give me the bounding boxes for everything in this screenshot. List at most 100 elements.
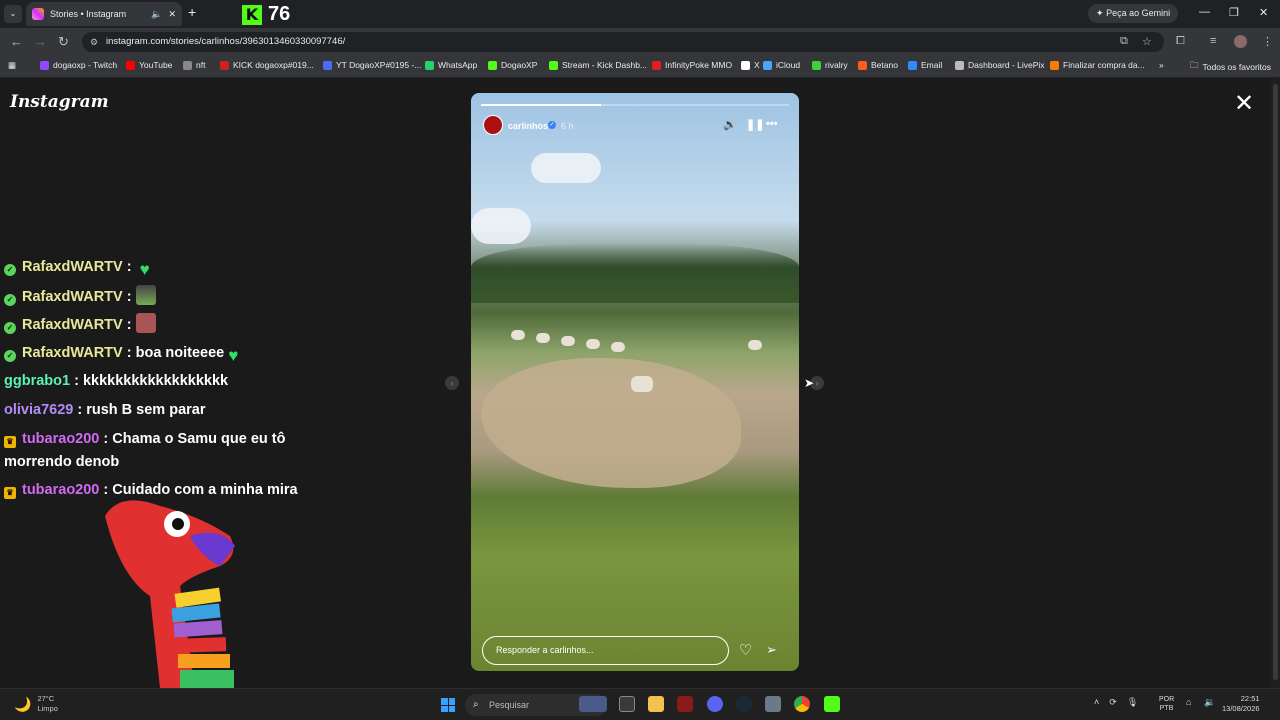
bookmark-item[interactable]: Stream - Kick Dashb...	[549, 60, 647, 70]
tab-title: Stories • Instagram	[50, 9, 127, 19]
crown-icon: ♛	[4, 487, 16, 499]
chat-message: ✓ RafaxdWARTV : boa noiteeee ♥	[4, 342, 304, 365]
scrollbar[interactable]	[1271, 78, 1280, 688]
bookmark-item[interactable]: Email	[908, 60, 942, 70]
chrome-icon[interactable]	[794, 696, 810, 712]
new-tab-button[interactable]: +	[188, 4, 196, 20]
discord-icon[interactable]	[707, 696, 723, 712]
chat-username[interactable]: tubarao200	[22, 482, 99, 498]
chat-username[interactable]: RafaxdWARTV	[22, 317, 123, 333]
tray-sync-icon[interactable]: ⟳	[1109, 697, 1117, 708]
chat-username[interactable]: RafaxdWARTV	[22, 345, 123, 361]
valorant-icon[interactable]	[677, 696, 693, 712]
verified-badge-icon: ✓	[548, 121, 556, 129]
apps-grid-icon[interactable]: ▦	[8, 60, 16, 71]
forward-icon[interactable]: →	[34, 34, 47, 49]
scrollbar-thumb[interactable]	[1273, 84, 1278, 680]
reload-icon[interactable]: ↻	[58, 34, 69, 50]
restore-icon[interactable]: ❐	[1229, 6, 1239, 19]
bookmark-label: Email	[921, 60, 943, 70]
microphone-icon[interactable]: 🎙	[1127, 697, 1138, 708]
bookmark-favicon-icon	[812, 60, 821, 70]
green-heart-icon: ♥	[139, 260, 150, 279]
face-sticker-icon	[135, 313, 156, 333]
chat-username[interactable]: RafaxdWARTV	[22, 289, 123, 305]
bookmark-item[interactable]: X	[741, 60, 760, 70]
story-image-sheep	[561, 336, 575, 346]
bookmark-item[interactable]: Betano	[858, 60, 898, 70]
tab-search-button[interactable]: ⌄	[4, 5, 22, 23]
menu-kebab-icon[interactable]: ⋮	[1262, 35, 1273, 48]
bookmark-item[interactable]: dogaoxp - Twitch	[40, 60, 117, 70]
previous-story-arrow-icon[interactable]: ‹	[445, 376, 459, 390]
chat-username[interactable]: ggbrabo1	[4, 373, 70, 389]
bookmark-item[interactable]: iCloud	[763, 60, 800, 70]
more-options-icon[interactable]: •••	[766, 118, 778, 130]
bookmark-item[interactable]: rivalry	[812, 60, 848, 70]
install-app-icon[interactable]: ⧉	[1120, 35, 1128, 48]
steam-icon[interactable]	[736, 696, 752, 712]
bookmark-favicon-icon	[425, 60, 434, 70]
pause-icon[interactable]: ❚❚	[746, 118, 764, 131]
extensions-icon[interactable]: ⧠	[1176, 35, 1185, 48]
clock[interactable]: 22:51 13/08/2026	[1222, 694, 1260, 714]
tab-instagram-stories[interactable]: Stories • Instagram 🔈 ✕	[26, 2, 182, 26]
instagram-logo[interactable]: Instagram	[10, 92, 109, 112]
bookmark-item[interactable]: Finalizar compra da...	[1050, 60, 1145, 70]
kick-app-icon[interactable]	[824, 696, 840, 712]
bookmark-star-icon[interactable]: ☆	[1142, 35, 1152, 48]
bookmark-item[interactable]: YouTube	[126, 60, 172, 70]
chat-separator: :	[73, 402, 87, 418]
story-viewer[interactable]: carlinhos ✓ 6 h 🔊 ❚❚ ••• Responder a car…	[471, 93, 799, 671]
bookmark-item[interactable]: nft	[183, 60, 205, 70]
all-bookmarks-folder[interactable]: 🗀 Todos os favoritos	[1190, 60, 1271, 74]
volume-tray-icon[interactable]: 🔉	[1204, 697, 1215, 708]
bookmark-item[interactable]: Dashboard - LivePix	[955, 60, 1045, 70]
send-share-icon[interactable]: ➢	[766, 642, 777, 658]
profile-avatar[interactable]	[1234, 35, 1247, 48]
url-field[interactable]: instagram.com/stories/carlinhos/39630134…	[82, 32, 1164, 52]
bookmark-item[interactable]: KICK dogaoxp#019...	[220, 60, 314, 70]
language-indicator[interactable]: POR PTB	[1159, 695, 1174, 713]
chat-username[interactable]: RafaxdWARTV	[22, 259, 123, 275]
tray-chevron-icon[interactable]: ˄	[1094, 697, 1099, 708]
bookmark-label: rivalry	[825, 60, 848, 70]
windows-start-icon[interactable]	[441, 698, 455, 712]
chat-username[interactable]: tubarao200	[22, 431, 99, 447]
bookmark-item[interactable]: YT DogaoXP#0195 -...	[323, 60, 421, 70]
network-icon[interactable]: ⌂	[1186, 697, 1191, 707]
bookmark-item[interactable]: InfinityPoke MMO	[652, 60, 732, 70]
story-user-avatar[interactable]	[483, 115, 503, 135]
media-control-icon[interactable]: ≡	[1210, 35, 1216, 47]
minimize-icon[interactable]: —	[1199, 6, 1210, 18]
story-image-trees	[471, 243, 799, 303]
app-icon[interactable]	[765, 696, 781, 712]
bookmark-favicon-icon	[955, 60, 964, 70]
weather-widget[interactable]: 🌙 27°C Limpo	[14, 694, 58, 714]
bookmark-favicon-icon	[763, 60, 772, 70]
bookmark-favicon-icon	[549, 60, 558, 70]
like-heart-icon[interactable]: ♡	[739, 641, 752, 659]
search-highlight-icon[interactable]	[579, 696, 607, 712]
speaker-icon[interactable]: 🔈	[151, 9, 162, 20]
close-stories-icon[interactable]: ✕	[1234, 92, 1254, 116]
story-username[interactable]: carlinhos	[508, 121, 548, 131]
chat-username[interactable]: olivia7629	[4, 402, 73, 418]
bookmarks-bar: ▦ dogaoxp - Twitch YouTube nft KICK dogaoxp…	[0, 56, 1280, 78]
volume-icon[interactable]: 🔊	[723, 118, 737, 131]
close-window-icon[interactable]: ✕	[1259, 6, 1268, 19]
close-tab-icon[interactable]: ✕	[168, 9, 176, 20]
keyboard-layout: PTB	[1159, 705, 1174, 712]
ask-gemini-button[interactable]: ✦ Peça ao Gemini	[1088, 4, 1179, 23]
bookmark-item[interactable]: WhatsApp	[425, 60, 477, 70]
sock-puppet-mascot	[105, 500, 235, 688]
bookmark-item[interactable]: DogaoXP	[488, 60, 537, 70]
verified-check-icon: ✓	[4, 264, 16, 276]
task-view-icon[interactable]	[619, 696, 635, 712]
back-icon[interactable]: ←	[10, 34, 23, 49]
site-info-icon[interactable]: ⚙	[90, 37, 98, 48]
file-explorer-icon[interactable]	[648, 696, 664, 712]
more-bookmarks-icon[interactable]: »	[1159, 60, 1164, 70]
reply-input[interactable]: Responder a carlinhos...	[482, 636, 729, 665]
windows-taskbar: 🌙 27°C Limpo Pesquisar ⌕ ˄ ⟳ 🎙 POR PTB ⌂…	[0, 688, 1280, 720]
